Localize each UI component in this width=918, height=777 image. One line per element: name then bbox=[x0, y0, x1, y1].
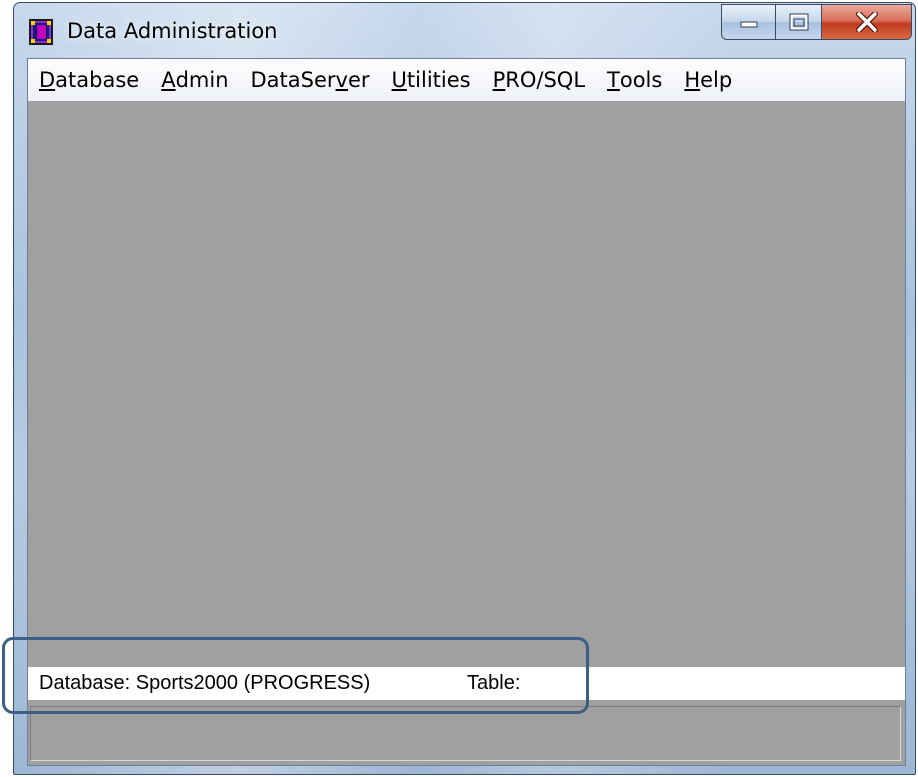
maximize-button[interactable] bbox=[775, 4, 821, 40]
menu-mnemonic: D bbox=[39, 68, 56, 92]
minimize-icon bbox=[740, 21, 757, 28]
menu-admin[interactable]: Admin bbox=[150, 59, 239, 101]
menu-mnemonic: U bbox=[391, 68, 407, 92]
menu-label-rest: atabase bbox=[55, 68, 140, 92]
main-workspace bbox=[28, 101, 905, 667]
menu-label-rest: er bbox=[347, 68, 370, 92]
window-title: Data Administration bbox=[67, 19, 278, 43]
maximize-icon bbox=[789, 13, 808, 31]
menu-label-rest: dmin bbox=[175, 68, 229, 92]
data-admin-app-icon bbox=[29, 19, 53, 45]
menu-pro-sql[interactable]: P RO/SQL bbox=[482, 59, 596, 101]
menu-label-rest: tilities bbox=[406, 68, 471, 92]
menu-tools[interactable]: Tools bbox=[596, 59, 673, 101]
menu-mnemonic: T bbox=[607, 68, 620, 92]
menu-mnemonic: A bbox=[161, 68, 176, 92]
menu-mnemonic: v bbox=[335, 68, 348, 92]
menu-help[interactable]: Help bbox=[673, 59, 743, 101]
close-button[interactable] bbox=[821, 4, 912, 40]
menu-label-pre: DataSer bbox=[250, 68, 336, 92]
status-highlight-callout bbox=[2, 637, 589, 714]
menu-label-rest: ools bbox=[619, 68, 663, 92]
message-panel bbox=[30, 706, 901, 761]
menu-bar: Database Admin DataSer v er Utilities P RO/… bbox=[28, 59, 905, 102]
menu-mnemonic: P bbox=[492, 68, 506, 92]
close-icon bbox=[855, 12, 878, 32]
menu-dataserver[interactable]: DataSer v er bbox=[240, 59, 381, 101]
caption-buttons bbox=[721, 4, 912, 42]
menu-database[interactable]: Database bbox=[28, 59, 150, 101]
menu-mnemonic: H bbox=[684, 68, 701, 92]
minimize-button[interactable] bbox=[721, 4, 775, 40]
menu-label-rest: elp bbox=[700, 68, 733, 92]
title-bar[interactable]: Data Administration bbox=[14, 3, 915, 59]
menu-utilities[interactable]: Utilities bbox=[381, 59, 482, 101]
menu-label-rest: RO/SQL bbox=[505, 68, 586, 92]
